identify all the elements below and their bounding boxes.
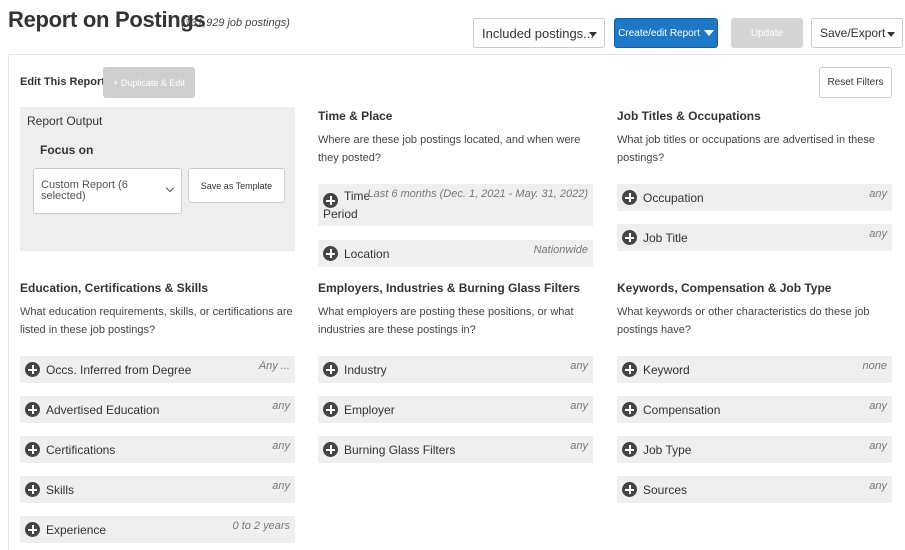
filter-location[interactable]: Location Nationwide — [318, 240, 593, 267]
plus-circle-icon — [622, 190, 637, 205]
report-output-title: Report Output — [27, 114, 103, 128]
filter-label: Keyword — [643, 363, 690, 377]
filter-label: Industry — [344, 363, 387, 377]
section-desc-time-place: Where are these job postings located, an… — [318, 134, 581, 164]
filter-label: Burning Glass Filters — [344, 443, 456, 457]
save-export-label: Save/Export — [820, 26, 886, 40]
filter-sources[interactable]: Sources any — [617, 476, 892, 503]
filter-compensation[interactable]: Compensation any — [617, 396, 892, 423]
filter-label: Job Title — [643, 231, 688, 245]
filter-value: any — [869, 188, 887, 200]
filter-value: any — [570, 440, 588, 452]
filter-value: any — [570, 400, 588, 412]
filter-label: Advertised Education — [46, 403, 160, 417]
filter-advertised-education[interactable]: Advertised Education any — [20, 396, 295, 423]
focus-on-value: Custom Report (6 selected) — [41, 179, 128, 202]
filter-value: any — [272, 440, 290, 452]
plus-circle-icon — [622, 362, 637, 377]
plus-circle-icon — [25, 402, 40, 417]
section-title-education: Education, Certifications & Skills — [20, 281, 209, 295]
filter-label: Sources — [643, 483, 688, 497]
filter-label: Occupation — [643, 191, 704, 205]
section-desc-education: What education requirements, skills, or … — [20, 306, 293, 336]
filter-employer[interactable]: Employer any — [318, 396, 593, 423]
filter-experience[interactable]: Experience 0 to 2 years — [20, 516, 295, 543]
filter-job-type[interactable]: Job Type any — [617, 436, 892, 463]
save-export-select[interactable]: Save/Export — [811, 18, 903, 48]
plus-circle-icon — [622, 402, 637, 417]
filter-occupation[interactable]: Occupation any — [617, 184, 892, 211]
edit-report-label: Edit This Report — [20, 76, 105, 88]
update-button[interactable]: Update — [731, 18, 803, 48]
filter-label: Skills — [46, 483, 75, 497]
caret-down-icon — [589, 32, 597, 37]
filter-value: any — [869, 440, 887, 452]
page-title: Report on Postings — [8, 7, 206, 32]
section-desc-keywords: What keywords or other characteristics d… — [617, 306, 870, 336]
reset-filters-button[interactable]: Reset Filters — [819, 67, 892, 98]
filter-label: Location — [344, 247, 390, 261]
plus-circle-icon — [323, 442, 338, 457]
filter-value: any — [272, 480, 290, 492]
filter-job-title[interactable]: Job Title any — [617, 224, 892, 251]
section-desc-employers: What employers are posting these positio… — [318, 306, 574, 336]
filter-industry[interactable]: Industry any — [318, 356, 593, 383]
included-postings-label: Included postings... — [482, 25, 595, 41]
section-title-employers: Employers, Industries & Burning Glass Fi… — [318, 281, 581, 295]
caret-down-icon — [703, 30, 714, 36]
save-as-template-button[interactable]: Save as Template — [188, 168, 285, 203]
filter-value: Any ... — [258, 360, 290, 372]
plus-circle-icon — [323, 402, 338, 417]
filter-time-period[interactable]: Time Period Last 6 months (Dec. 1, 2021 … — [318, 184, 593, 226]
filter-label: Employer — [344, 403, 395, 417]
create-edit-report-button[interactable]: Create/edit Report — [614, 18, 718, 48]
create-edit-report-label: Create/edit Report — [618, 27, 700, 39]
filter-value: any — [869, 228, 887, 240]
duplicate-edit-button[interactable]: + Duplicate & Edit — [103, 67, 195, 98]
filter-value: any — [570, 360, 588, 372]
filter-label: Job Type — [643, 443, 692, 457]
plus-circle-icon — [25, 362, 40, 377]
filter-burning-glass[interactable]: Burning Glass Filters any — [318, 436, 593, 463]
filter-value: Last 6 months (Dec. 1, 2021 - May. 31, 2… — [367, 188, 588, 200]
section-title-job-titles: Job Titles & Occupations — [617, 109, 761, 123]
filter-value: any — [869, 400, 887, 412]
top-bar: Report on Postings (131,929 job postings… — [0, 0, 905, 52]
plus-circle-icon — [25, 482, 40, 497]
filter-value: any — [869, 480, 887, 492]
section-title-time-place: Time & Place — [318, 109, 393, 123]
chevron-down-icon — [165, 183, 175, 193]
section-desc-job-titles: What job titles or occupations are adver… — [617, 134, 876, 164]
filter-label: Certifications — [46, 443, 116, 457]
plus-circle-icon — [323, 246, 338, 261]
plus-circle-icon — [323, 362, 338, 377]
focus-on-label: Focus on — [40, 143, 94, 157]
plus-circle-icon — [25, 442, 40, 457]
caret-down-icon — [887, 32, 895, 37]
plus-circle-icon — [622, 482, 637, 497]
filter-value: 0 to 2 years — [232, 520, 290, 532]
filter-keyword[interactable]: Keyword none — [617, 356, 892, 383]
included-postings-select[interactable]: Included postings... — [473, 18, 605, 48]
plus-circle-icon — [622, 442, 637, 457]
filter-value: none — [862, 360, 887, 372]
filter-skills[interactable]: Skills any — [20, 476, 295, 503]
filter-label: Experience — [46, 523, 107, 537]
filter-label: Occs. Inferred from Degree — [46, 363, 192, 377]
filter-label: Compensation — [643, 403, 721, 417]
filter-certifications[interactable]: Certifications any — [20, 436, 295, 463]
filter-occs-inferred-from-degree[interactable]: Occs. Inferred from Degree Any ... — [20, 356, 295, 383]
filter-value: any — [272, 400, 290, 412]
filter-label-line-2: Period — [323, 207, 358, 221]
section-title-keywords: Keywords, Compensation & Job Type — [617, 281, 832, 295]
filter-value: Nationwide — [533, 244, 588, 256]
plus-circle-icon — [25, 522, 40, 537]
focus-on-select[interactable]: Custom Report (6 selected) — [33, 168, 182, 214]
postings-count: (131,929 job postings) — [181, 17, 290, 29]
plus-circle-icon — [622, 230, 637, 245]
